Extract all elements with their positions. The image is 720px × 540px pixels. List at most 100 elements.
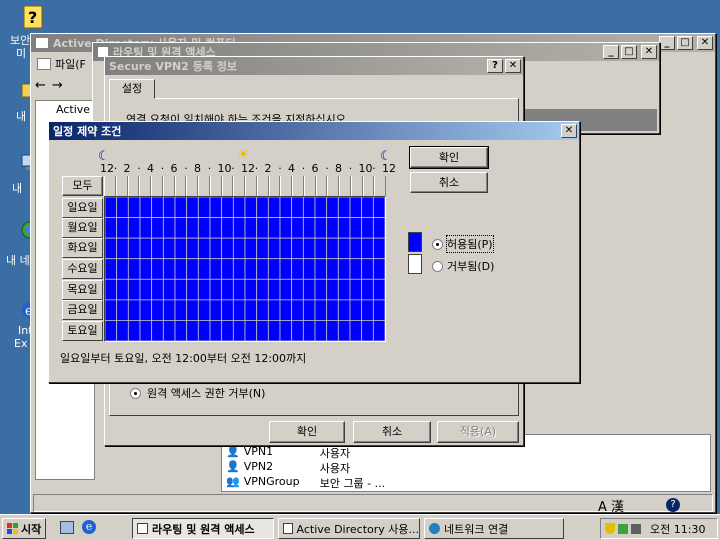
- schedule-cell[interactable]: [186, 299, 199, 321]
- schedule-cell[interactable]: [267, 278, 281, 301]
- schedule-cell[interactable]: [139, 217, 153, 239]
- hour-column-button[interactable]: [233, 176, 245, 196]
- show-desktop-icon[interactable]: [60, 521, 74, 534]
- schedule-cell[interactable]: [105, 197, 118, 218]
- schedule-cell[interactable]: [105, 258, 118, 280]
- schedule-cell[interactable]: [302, 320, 316, 341]
- day-button-sat[interactable]: 토요일: [62, 321, 103, 341]
- schedule-cell[interactable]: [361, 258, 374, 280]
- schedule-cell[interactable]: [105, 217, 118, 239]
- back-arrow-icon[interactable]: ←: [35, 78, 46, 93]
- schedule-cell[interactable]: [151, 197, 164, 218]
- schedule-cell[interactable]: [244, 197, 258, 218]
- tab-settings[interactable]: 설정: [109, 79, 155, 99]
- schedule-cell[interactable]: [127, 299, 141, 321]
- schedule-cell[interactable]: [302, 237, 316, 260]
- task-network[interactable]: 네트워크 연결: [424, 518, 564, 539]
- hour-column-button[interactable]: [280, 176, 292, 196]
- close-button[interactable]: ✕: [561, 124, 577, 138]
- schedule-cell[interactable]: [314, 278, 328, 301]
- schedule-cell[interactable]: [256, 258, 269, 280]
- schedule-cell[interactable]: [337, 258, 351, 280]
- hour-column-button[interactable]: [198, 176, 210, 196]
- schedule-cell[interactable]: [221, 197, 234, 218]
- task-active-directory[interactable]: Active Directory 사용...: [278, 518, 420, 539]
- schedule-cell[interactable]: [361, 299, 374, 321]
- schedule-cell[interactable]: [174, 278, 188, 301]
- hour-column-button[interactable]: [339, 176, 351, 196]
- schedule-cell[interactable]: [372, 299, 385, 321]
- hour-column-button[interactable]: [151, 176, 163, 196]
- schedule-cell[interactable]: [232, 197, 246, 218]
- day-button-sun[interactable]: 일요일: [62, 198, 103, 218]
- hour-column-button[interactable]: [139, 176, 151, 196]
- schedule-cell[interactable]: [209, 320, 223, 341]
- schedule-cell[interactable]: [256, 217, 269, 239]
- schedule-cell[interactable]: [139, 237, 153, 260]
- schedule-cell[interactable]: [326, 197, 339, 218]
- schedule-cell[interactable]: [186, 197, 199, 218]
- schedule-cell[interactable]: [197, 237, 211, 260]
- schedule-cell[interactable]: [244, 217, 258, 239]
- schedule-cell[interactable]: [326, 320, 339, 341]
- schedule-cell[interactable]: [232, 258, 246, 280]
- schedule-cell[interactable]: [186, 320, 199, 341]
- hour-column-button[interactable]: [303, 176, 316, 196]
- menu-file[interactable]: 파일(F: [55, 56, 86, 72]
- schedule-cell[interactable]: [267, 237, 281, 260]
- hour-column-button[interactable]: [115, 176, 128, 196]
- schedule-cell[interactable]: [116, 237, 129, 260]
- maximize-button[interactable]: □: [621, 45, 637, 59]
- schedule-cell[interactable]: [267, 197, 281, 218]
- schedule-cell[interactable]: [232, 320, 246, 341]
- schedule-cell[interactable]: [279, 258, 293, 280]
- schedule-cell[interactable]: [361, 237, 374, 260]
- schedule-cell[interactable]: [279, 237, 293, 260]
- schedule-cell[interactable]: [209, 258, 223, 280]
- schedule-cell[interactable]: [361, 197, 374, 218]
- vpn-titlebar[interactable]: Secure VPN2 등록 정보 ? ✕: [105, 57, 523, 75]
- schedule-cell[interactable]: [256, 197, 269, 218]
- schedule-cell[interactable]: [151, 278, 164, 301]
- schedule-cell[interactable]: [279, 299, 293, 321]
- schedule-cell[interactable]: [105, 299, 118, 321]
- hour-column-button[interactable]: [162, 176, 175, 196]
- schedule-cell[interactable]: [221, 217, 234, 239]
- schedule-cell[interactable]: [105, 237, 118, 260]
- network-tray-icon[interactable]: [618, 523, 628, 534]
- schedule-cell[interactable]: [314, 258, 328, 280]
- ime-indicator[interactable]: A 漢: [598, 496, 624, 515]
- day-button-fri[interactable]: 금요일: [62, 300, 103, 320]
- schedule-cell[interactable]: [267, 299, 281, 321]
- schedule-cell[interactable]: [162, 299, 176, 321]
- hour-column-button[interactable]: [315, 176, 328, 196]
- help-icon[interactable]: ?: [22, 4, 43, 29]
- schedule-cell[interactable]: [151, 299, 164, 321]
- hour-column-button[interactable]: [127, 176, 140, 196]
- schedule-cell[interactable]: [291, 258, 304, 280]
- schedule-cell[interactable]: [221, 320, 234, 341]
- schedule-cell[interactable]: [326, 217, 339, 239]
- help-button[interactable]: ?: [487, 59, 503, 73]
- schedule-cell[interactable]: [256, 237, 269, 260]
- schedule-cell[interactable]: [116, 258, 129, 280]
- schedule-cell[interactable]: [127, 320, 141, 341]
- hour-column-button[interactable]: [362, 176, 375, 196]
- schedule-cell[interactable]: [116, 217, 129, 239]
- schedule-cell[interactable]: [372, 278, 385, 301]
- schedule-cell[interactable]: [139, 197, 153, 218]
- schedule-cell[interactable]: [337, 197, 351, 218]
- schedule-cell[interactable]: [139, 320, 153, 341]
- schedule-titlebar[interactable]: 일정 제약 조건 ✕: [49, 122, 579, 140]
- schedule-cell[interactable]: [174, 258, 188, 280]
- schedule-cell[interactable]: [116, 197, 129, 218]
- schedule-cell[interactable]: [127, 237, 141, 260]
- schedule-cell[interactable]: [291, 237, 304, 260]
- schedule-cell[interactable]: [337, 299, 351, 321]
- minimize-button[interactable]: _: [603, 45, 619, 59]
- schedule-cell[interactable]: [127, 258, 141, 280]
- schedule-cell[interactable]: [116, 299, 129, 321]
- schedule-cell[interactable]: [314, 320, 328, 341]
- schedule-cell[interactable]: [326, 299, 339, 321]
- schedule-cell[interactable]: [139, 299, 153, 321]
